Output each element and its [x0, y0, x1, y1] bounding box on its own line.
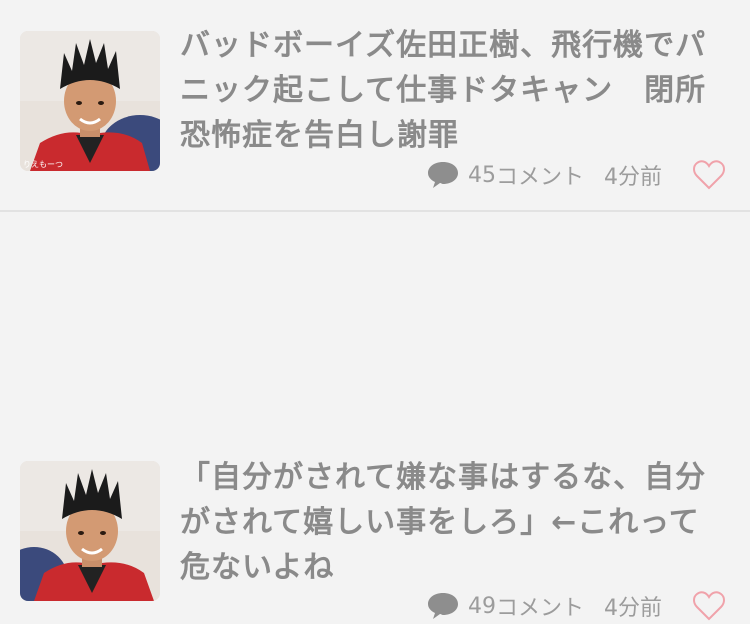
article-thumbnail[interactable]: りえもーつ: [20, 31, 160, 171]
article-item[interactable]: りえもーつ バッドボーイズ佐田正樹、飛行機でパニック起こして仕事ドタキャン 閉所…: [0, 0, 750, 212]
comment-count: 49: [467, 593, 496, 619]
article-item[interactable]: 「自分がされて嫌な事はするな、自分がされて嬉しい事をしろ」←これって危ないよね …: [0, 211, 750, 621]
heart-outline-icon[interactable]: [692, 159, 726, 191]
comment-label: コメント: [495, 596, 584, 621]
thumbnail-caption: りえもーつ: [23, 160, 63, 169]
heart-outline-icon[interactable]: [692, 590, 726, 622]
thumbnail-photo: [20, 461, 160, 601]
article-thumbnail[interactable]: [20, 461, 160, 601]
comment-count: 45: [467, 162, 496, 188]
article-feed: りえもーつ バッドボーイズ佐田正樹、飛行機でパニック起こして仕事ドタキャン 閉所…: [0, 0, 750, 621]
article-meta: 49 コメント 4分前: [426, 588, 726, 624]
time-ago: 4分前: [604, 596, 662, 621]
speech-bubble-icon[interactable]: [426, 591, 460, 621]
article-meta: 45 コメント 4分前: [426, 157, 726, 193]
article-title[interactable]: バッドボーイズ佐田正樹、飛行機でパニック起こして仕事ドタキャン 閉所恐怖症を告白…: [180, 23, 725, 158]
time-ago: 4分前: [604, 165, 662, 190]
comment-label: コメント: [495, 165, 584, 190]
thumbnail-photo: りえもーつ: [20, 31, 160, 171]
article-title[interactable]: 「自分がされて嫌な事はするな、自分がされて嬉しい事をしろ」←これって危ないよね: [180, 455, 725, 590]
speech-bubble-icon[interactable]: [426, 160, 460, 190]
